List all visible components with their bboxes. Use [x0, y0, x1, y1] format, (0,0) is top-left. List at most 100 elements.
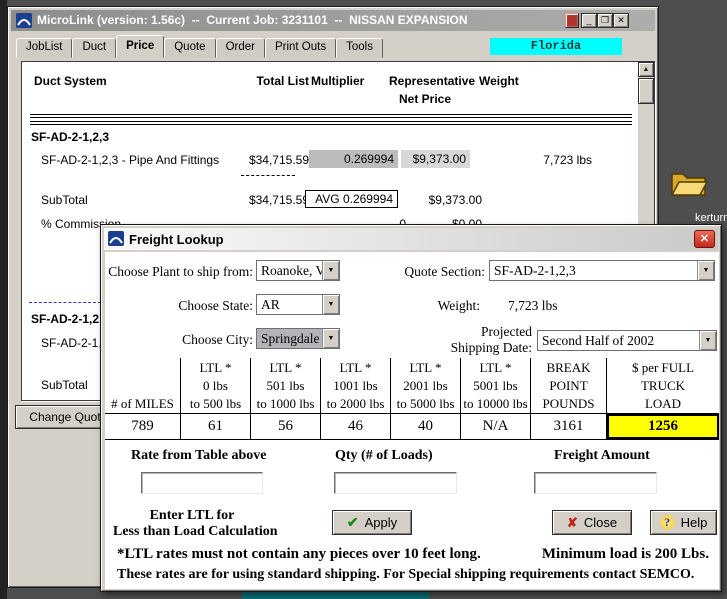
scroll-up-icon[interactable]: ▲ — [638, 62, 654, 77]
city-combobox[interactable]: Springdale ▼ — [256, 328, 340, 349]
dialog-title: Freight Lookup — [129, 232, 224, 247]
tab-bar: JobList Duct Price Quote Order Print Out… — [16, 35, 486, 61]
rate-table: # of MILES LTL *0 lbsto 500 lbs LTL *501… — [105, 358, 719, 440]
quote-section-label: Quote Section: — [404, 264, 485, 280]
rate-cell[interactable]: 61 — [181, 414, 251, 440]
footer-min-load: Minimum load is 200 Lbs. — [542, 546, 709, 563]
rate-cell[interactable]: 46 — [321, 414, 391, 440]
desktop-left-strip — [0, 0, 7, 599]
rate-cell-full-load-selected[interactable]: 1256 — [607, 414, 719, 440]
rate-cell-miles[interactable]: 789 — [105, 414, 181, 440]
plant-label: Choose Plant to ship from: — [108, 264, 253, 280]
ship-date-label-line2: Shipping Date: — [451, 340, 532, 356]
col-ltl-500: LTL *0 lbsto 500 lbs — [181, 358, 251, 414]
grid-header-rep2: Net Price — [399, 92, 451, 106]
dialog-close-icon[interactable]: ✕ — [694, 230, 715, 248]
close-button[interactable]: ✕ — [613, 13, 629, 28]
grid-header-mult: Multiplier — [311, 74, 364, 88]
footer-shipping-note: These rates are for using standard shipp… — [117, 567, 694, 583]
subtotal-label: SubTotal — [41, 193, 88, 207]
minimize-button[interactable]: _ — [581, 13, 597, 28]
chevron-down-icon[interactable]: ▼ — [322, 295, 339, 314]
freight-lookup-dialog: Freight Lookup ✕ Choose Plant to ship fr… — [100, 224, 722, 592]
col-break-point: BREAKPOINTPOUNDS — [531, 358, 607, 414]
col-miles: # of MILES — [105, 358, 181, 414]
apply-button[interactable]: ✔ Apply — [332, 510, 412, 535]
tab-tools[interactable]: Tools — [336, 38, 383, 58]
dialog-titlebar[interactable]: Freight Lookup ✕ — [104, 228, 718, 250]
state-combobox[interactable]: AR ▼ — [256, 294, 340, 315]
rate-table-header-row: # of MILES LTL *0 lbsto 500 lbs LTL *501… — [105, 358, 719, 414]
quote-section-combobox[interactable]: SF-AD-2-1,2,3 ▼ — [489, 260, 715, 281]
state-label: Choose State: — [178, 298, 253, 314]
x-icon: ✘ — [567, 515, 578, 531]
desktop-icon-label: kerturn — [695, 212, 727, 224]
row1-weight: 7,723 lbs — [543, 153, 592, 167]
dash-rule — [241, 175, 295, 176]
region-badge: Florida — [490, 38, 622, 55]
check-icon: ✔ — [347, 514, 359, 531]
rate-cell[interactable]: N/A — [461, 414, 531, 440]
footer-ltl-rule: *LTL rates must not contain any pieces o… — [117, 546, 481, 563]
tab-order[interactable]: Order — [216, 38, 265, 58]
close-button[interactable]: ✘ Close — [552, 510, 632, 535]
grid-header-total: Total List — [257, 74, 309, 88]
microlink-icon — [108, 231, 124, 251]
chevron-down-icon[interactable]: ▼ — [699, 331, 716, 350]
ltl-note-line1: Enter LTL for — [113, 508, 271, 524]
freight-amount-input[interactable] — [534, 472, 657, 494]
folder-icon[interactable] — [669, 166, 709, 203]
ship-date-label-line1: Projected — [481, 324, 532, 340]
subtotal-avg-cell[interactable]: AVG 0.269994 — [305, 190, 398, 208]
microlink-icon — [16, 13, 32, 33]
qty-input-label: Qty (# of Loads) — [335, 448, 433, 464]
window-title: MicroLink (version: 1.56c) -- Current Jo… — [37, 13, 468, 27]
tab-joblist[interactable]: JobList — [16, 38, 72, 58]
freight-input-label: Freight Amount — [554, 448, 650, 464]
restore-button[interactable]: ❐ — [597, 13, 613, 28]
question-icon: ? — [660, 515, 675, 530]
plant-combobox[interactable]: Roanoke, VA ▼ — [256, 260, 340, 281]
subtotal-net: $9,373.00 — [429, 193, 482, 207]
col-ltl-10000: LTL *5001 lbsto 10000 lbs — [461, 358, 531, 414]
tab-price[interactable]: Price — [116, 35, 164, 58]
weight-label: Weight: — [438, 298, 480, 314]
tab-duct[interactable]: Duct — [72, 38, 116, 58]
group1-title: SF-AD-2-1,2,3 — [31, 130, 109, 144]
shipping-date-combobox[interactable]: Second Half of 2002 ▼ — [537, 330, 717, 351]
col-ltl-5000: LTL *2001 lbsto 5000 lbs — [391, 358, 461, 414]
chevron-down-icon[interactable]: ▼ — [322, 329, 339, 348]
tab-quote[interactable]: Quote — [164, 38, 215, 58]
tab-print-outs[interactable]: Print Outs — [265, 38, 336, 58]
help-button[interactable]: ? Help — [650, 510, 717, 535]
weight-value: 7,723 lbs — [508, 298, 558, 314]
separator-line — [30, 121, 632, 125]
col-ltl-1000: LTL *501 lbsto 1000 lbs — [251, 358, 321, 414]
grid-header-duct: Duct System — [34, 74, 107, 88]
rate-input-label: Rate from Table above — [131, 448, 266, 464]
blue-dash-rule — [29, 302, 101, 303]
row1-netprice-cell[interactable]: $9,373.00 — [401, 150, 470, 168]
separator-line — [30, 114, 632, 118]
row1-multiplier-cell[interactable]: 0.269994 — [309, 150, 398, 168]
rate-cell[interactable]: 56 — [251, 414, 321, 440]
qty-input[interactable] — [334, 472, 457, 494]
row1-name: SF-AD-2-1,2,3 - Pipe And Fittings — [41, 153, 219, 167]
main-titlebar[interactable]: MicroLink (version: 1.56c) -- Current Jo… — [11, 10, 655, 31]
red-titlebar-button[interactable] — [565, 13, 579, 28]
row1-total: $34,715.59 — [249, 153, 309, 167]
rate-table-data-row: 789 61 56 46 40 N/A 3161 1256 — [105, 414, 719, 440]
rate-cell[interactable]: 40 — [391, 414, 461, 440]
group2-subtotal: SubTotal — [41, 378, 88, 392]
grid-header-rep1: Representative — [389, 74, 475, 88]
scrollbar-thumb[interactable] — [638, 78, 654, 104]
ltl-note-line2: Less than Load Calculation — [113, 524, 271, 540]
chevron-down-icon[interactable]: ▼ — [322, 261, 339, 280]
city-label: Choose City: — [182, 332, 253, 348]
chevron-down-icon[interactable]: ▼ — [697, 261, 714, 280]
subtotal-total: $34,715.59 — [249, 193, 309, 207]
rate-cell-breakpoint[interactable]: 3161 — [531, 414, 607, 440]
grid-header-weight: Weight — [479, 74, 519, 88]
rate-input[interactable] — [141, 472, 263, 494]
col-full-truck: $ per FULLTRUCKLOAD — [607, 358, 719, 414]
